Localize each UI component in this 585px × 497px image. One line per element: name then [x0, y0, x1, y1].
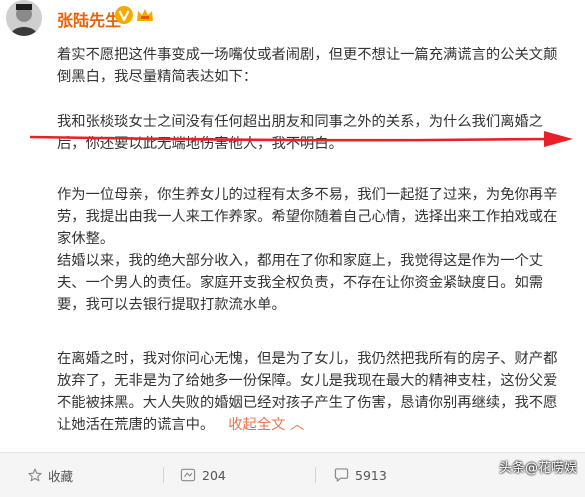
repost-button[interactable]: 204: [180, 453, 226, 497]
favorite-button[interactable]: 收藏: [28, 453, 73, 497]
crown-icon: [137, 9, 153, 21]
avatar[interactable]: [6, 0, 42, 36]
favorite-label: 收藏: [48, 468, 74, 484]
repost-count: 204: [202, 467, 226, 483]
author-name[interactable]: 张陆先生: [57, 7, 121, 31]
action-bar: 收藏 204 5913: [0, 453, 585, 497]
post-header: 张陆先生: [0, 0, 585, 44]
action-separator: [315, 467, 316, 483]
star-icon: [28, 468, 42, 482]
post-paragraph-5: 在离婚之时，我对你问心无愧，但是为了女儿，我仍然把我所有的房子、财产都放弃了，无…: [57, 348, 569, 436]
comment-button[interactable]: 5913: [334, 453, 387, 497]
red-underline-arrow: [30, 131, 573, 147]
post-paragraph-4: 结婚以来，我的绝大部分收入，都用在了你和家庭上，我觉得这是作为一个丈夫、一个男人…: [57, 253, 544, 313]
repost-icon: [180, 468, 196, 482]
collapse-link[interactable]: 收起全文 ︿: [228, 417, 304, 433]
avatar-image: [6, 0, 42, 36]
post-paragraph-5-text: 在离婚之时，我对你问心无愧，但是为了女儿，我仍然把我所有的房子、财产都放弃了，无…: [57, 351, 558, 433]
chevron-up-icon: ︿: [290, 417, 305, 433]
watermark: 头条@花唠娱: [498, 460, 577, 476]
post-paragraph-1: 着实不愿把这件事变成一场嘴仗或者闹剧，但更不想让一篇充满谎言的公关文颠倒黑白，我…: [57, 47, 558, 85]
collapse-label: 收起全文: [228, 417, 286, 433]
comment-icon: [334, 468, 349, 482]
comment-count: 5913: [355, 467, 387, 483]
post-paragraph-3: 作为一位母亲，你生养女儿的过程有太多不易，我们一起挺了过来，为免你再辛劳，我提出…: [57, 187, 558, 247]
post-body: 着实不愿把这件事变成一场嘴仗或者闹剧，但更不想让一篇充满谎言的公关文颠倒黑白，我…: [57, 44, 569, 436]
verified-v-icon: [115, 6, 133, 24]
action-separator: [163, 467, 164, 483]
